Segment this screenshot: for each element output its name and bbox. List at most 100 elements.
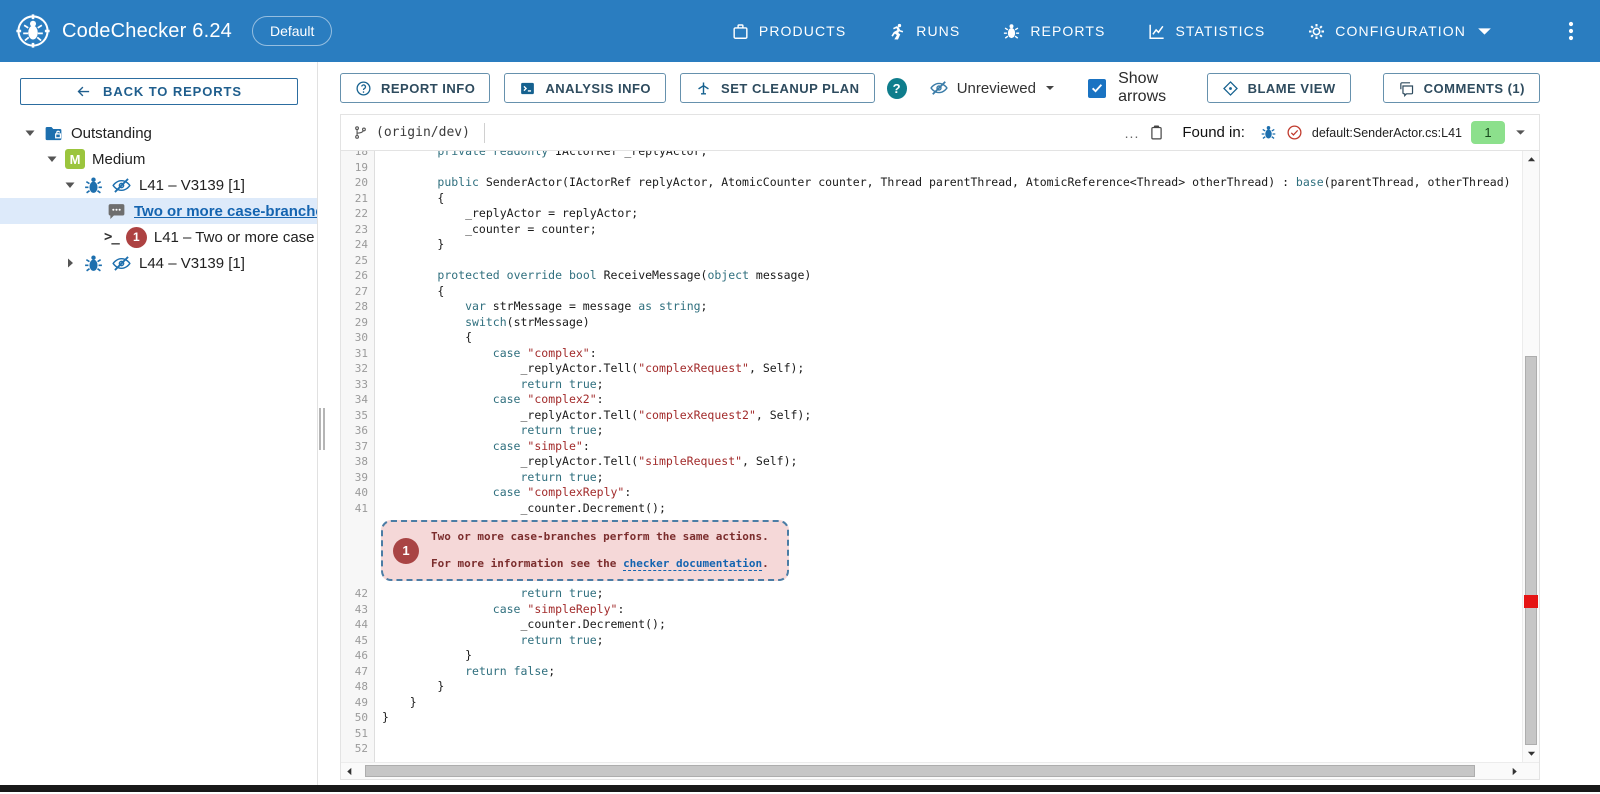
line-number[interactable]: 24: [341, 237, 375, 253]
line-number[interactable]: 50: [341, 710, 375, 726]
line-number[interactable]: 37: [341, 439, 375, 455]
analysis-info-button[interactable]: ANALYSIS INFO: [504, 73, 666, 103]
copy-path-icon[interactable]: [1148, 124, 1165, 141]
nav-reports[interactable]: REPORTS: [1002, 22, 1105, 41]
line-number[interactable]: 22: [341, 206, 375, 222]
code-line[interactable]: 35 _replyActor.Tell("complexRequest2", S…: [341, 408, 1522, 424]
line-number[interactable]: 51: [341, 726, 375, 742]
line-number[interactable]: 42: [341, 586, 375, 602]
line-number[interactable]: 40: [341, 485, 375, 501]
line-number[interactable]: 49: [341, 695, 375, 711]
code-line[interactable]: 28 var strMessage = message as string;: [341, 299, 1522, 315]
code-line[interactable]: 30 {: [341, 330, 1522, 346]
nav-statistics[interactable]: STATISTICS: [1147, 22, 1265, 41]
line-number[interactable]: 48: [341, 679, 375, 695]
help-icon[interactable]: ?: [887, 78, 907, 99]
scroll-up-arrow[interactable]: [1523, 151, 1539, 168]
code-line[interactable]: 22 _replyActor = replyActor;: [341, 206, 1522, 222]
bubble-step-badge[interactable]: 1: [393, 538, 419, 564]
code-line[interactable]: 18 private readonly IActorRef _replyActo…: [341, 151, 1522, 160]
line-number[interactable]: 41: [341, 501, 375, 517]
code-line[interactable]: 32 _replyActor.Tell("complexRequest", Se…: [341, 361, 1522, 377]
code-line[interactable]: 47 return false;: [341, 664, 1522, 680]
vertical-scroll-thumb[interactable]: [1525, 356, 1537, 745]
line-number[interactable]: 30: [341, 330, 375, 346]
caret-down-icon[interactable]: [46, 153, 58, 165]
horizontal-scroll-thumb[interactable]: [365, 765, 1475, 777]
caret-right-icon[interactable]: [64, 257, 76, 269]
code-line[interactable]: 45 return true;: [341, 633, 1522, 649]
tree-node-report-l44[interactable]: L44 – V3139 [1]: [0, 250, 317, 276]
code-line[interactable]: 44 _counter.Decrement();: [341, 617, 1522, 633]
code-line[interactable]: 25: [341, 253, 1522, 269]
chevron-down-icon[interactable]: [1514, 126, 1527, 139]
code-line[interactable]: 42 return true;: [341, 586, 1522, 602]
line-number[interactable]: 19: [341, 160, 375, 176]
line-number[interactable]: 18: [341, 151, 375, 160]
code-line[interactable]: 24 }: [341, 237, 1522, 253]
review-status-dropdown[interactable]: Unreviewed: [929, 78, 1056, 98]
line-number[interactable]: 26: [341, 268, 375, 284]
code-line[interactable]: 23 _counter = counter;: [341, 222, 1522, 238]
line-number[interactable]: 23: [341, 222, 375, 238]
line-number[interactable]: 27: [341, 284, 375, 300]
code-line[interactable]: 33 return true;: [341, 377, 1522, 393]
scroll-right-arrow[interactable]: [1510, 763, 1519, 780]
line-number[interactable]: 43: [341, 602, 375, 618]
checker-documentation-link[interactable]: checker documentation: [623, 557, 762, 571]
code-line[interactable]: 40 case "complexReply":: [341, 485, 1522, 501]
scroll-down-arrow[interactable]: [1523, 745, 1539, 762]
caret-down-icon[interactable]: [24, 127, 36, 139]
line-number[interactable]: 34: [341, 392, 375, 408]
line-number[interactable]: 39: [341, 470, 375, 486]
tree-node-step-selected[interactable]: Two or more case-branche: [0, 198, 317, 224]
comments-button[interactable]: COMMENTS (1): [1383, 73, 1540, 103]
code-line[interactable]: 51: [341, 726, 1522, 742]
code-line[interactable]: 34 case "complex2":: [341, 392, 1522, 408]
line-number[interactable]: 52: [341, 741, 375, 757]
code-line[interactable]: 48 }: [341, 679, 1522, 695]
code-line[interactable]: 29 switch(strMessage): [341, 315, 1522, 331]
line-number[interactable]: 33: [341, 377, 375, 393]
tree-label-step[interactable]: Two or more case-branche: [134, 203, 317, 220]
code-line[interactable]: 27 {: [341, 284, 1522, 300]
code-line[interactable]: 37 case "simple":: [341, 439, 1522, 455]
path-ellipsis[interactable]: ...: [1125, 125, 1140, 141]
overflow-menu-button[interactable]: [1562, 20, 1580, 42]
code-line[interactable]: 41 _counter.Decrement();: [341, 501, 1522, 517]
line-number[interactable]: 21: [341, 191, 375, 207]
report-info-button[interactable]: REPORT INFO: [340, 73, 490, 103]
tree-node-event[interactable]: >_ 1 L41 – Two or more case: [0, 224, 317, 250]
line-number[interactable]: 29: [341, 315, 375, 331]
line-number[interactable]: 46: [341, 648, 375, 664]
tree-node-report-l41[interactable]: L41 – V3139 [1]: [0, 172, 317, 198]
code-line[interactable]: 52: [341, 741, 1522, 757]
line-number[interactable]: 44: [341, 617, 375, 633]
found-in-file-select[interactable]: default:SenderActor.cs:L41: [1312, 126, 1462, 140]
code-line[interactable]: 43 case "simpleReply":: [341, 602, 1522, 618]
scroll-left-arrow[interactable]: [345, 763, 354, 780]
show-arrows-checkbox[interactable]: [1088, 79, 1106, 98]
line-number[interactable]: 35: [341, 408, 375, 424]
line-number[interactable]: 28: [341, 299, 375, 315]
code-line[interactable]: 31 case "complex":: [341, 346, 1522, 362]
code-line[interactable]: 49 }: [341, 695, 1522, 711]
blame-view-button[interactable]: BLAME VIEW: [1207, 73, 1351, 103]
code-line[interactable]: 19: [341, 160, 1522, 176]
product-badge[interactable]: Default: [252, 16, 332, 46]
line-number[interactable]: 31: [341, 346, 375, 362]
vertical-scrollbar[interactable]: [1522, 151, 1539, 762]
code-line[interactable]: 21 {: [341, 191, 1522, 207]
set-cleanup-plan-button[interactable]: SET CLEANUP PLAN: [680, 73, 875, 103]
error-line-marker[interactable]: [1524, 595, 1538, 608]
tree-node-severity-medium[interactable]: M Medium: [0, 146, 317, 172]
code-line[interactable]: 36 return true;: [341, 423, 1522, 439]
back-to-reports-button[interactable]: BACK TO REPORTS: [20, 78, 298, 105]
code-line[interactable]: 39 return true;: [341, 470, 1522, 486]
caret-down-icon[interactable]: [64, 179, 76, 191]
code-line[interactable]: 46 }: [341, 648, 1522, 664]
line-number[interactable]: 38: [341, 454, 375, 470]
tree-node-outstanding[interactable]: Outstanding: [0, 120, 317, 146]
line-number[interactable]: 36: [341, 423, 375, 439]
line-number[interactable]: 20: [341, 175, 375, 191]
